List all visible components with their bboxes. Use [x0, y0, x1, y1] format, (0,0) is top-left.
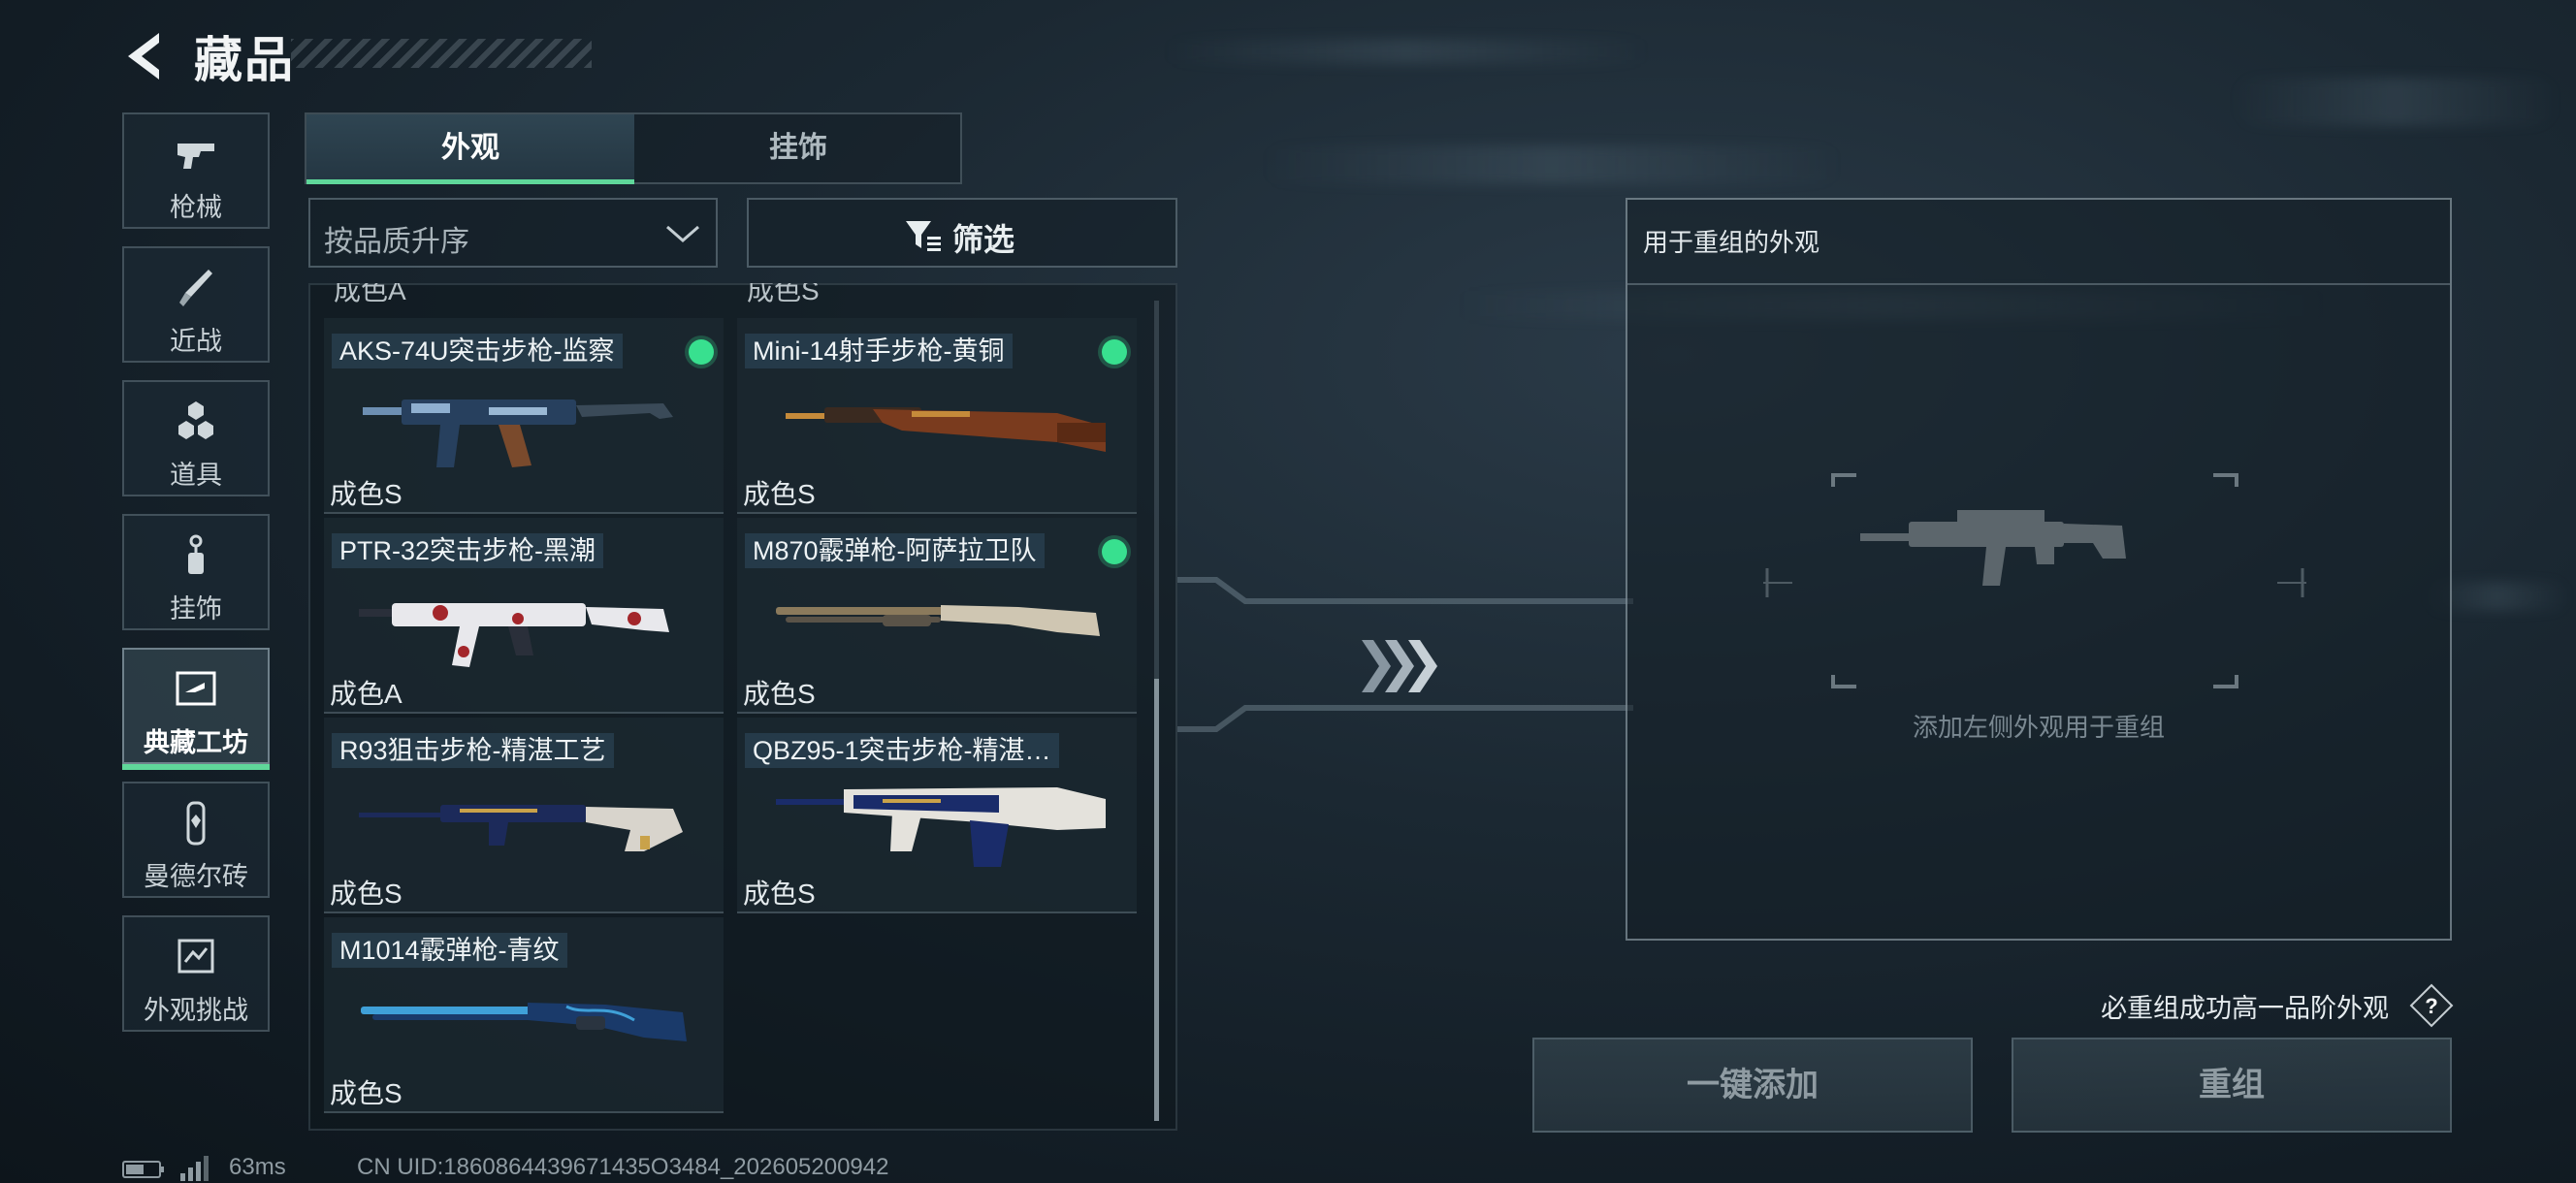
empty-hint: 添加左侧外观用于重组 [1912, 713, 2165, 742]
battery-icon [122, 1161, 164, 1178]
mandel-brick-icon [186, 801, 206, 846]
skin-name: R93狙击步枪-精湛工艺 [332, 733, 614, 768]
skin-grade: 成色S [330, 879, 402, 909]
filter-icon [906, 221, 941, 251]
skin-card[interactable]: AKS-74U突击步枪-监察 成色S [324, 318, 724, 514]
recompose-button[interactable]: 重组 [2012, 1038, 2452, 1133]
filter-label: 筛选 [952, 222, 1015, 257]
sidebar-item-melee[interactable]: 近战 [122, 246, 270, 363]
help-icon[interactable]: ? [2409, 983, 2454, 1028]
sidebar-item-workshop[interactable]: 典藏工坊 [122, 648, 270, 770]
skin-card[interactable]: PTR-32突击步枪-黑潮 成色A [324, 518, 724, 714]
m1014-skin-image [361, 1003, 687, 1041]
selected-indicator [689, 339, 714, 365]
selected-indicator [1102, 339, 1127, 365]
user-uid: CN UID:1860864439671435O3484_20260520094… [357, 1154, 889, 1180]
sidebar-item-charms[interactable]: 挂饰 [122, 514, 270, 630]
sidebar-item-label: 典藏工坊 [144, 728, 248, 757]
pistol-icon [177, 144, 214, 169]
skin-grade: 成色S [743, 479, 816, 509]
skin-card[interactable]: QBZ95-1突击步枪-精湛… 成色S [737, 718, 1137, 913]
grenade-icon [178, 401, 213, 439]
list-scrollbar-thumb[interactable] [1154, 679, 1159, 1121]
recompose-guarantee-note: 必重组成功高一品阶外观 [2101, 994, 2389, 1023]
chevrons-right-icon [1362, 640, 1437, 692]
skin-grade: 成色A [330, 679, 402, 709]
svg-text:?: ? [2425, 994, 2437, 1018]
rifle-silhouette-icon [1860, 510, 2126, 586]
workshop-icon [176, 671, 216, 706]
add-all-button[interactable]: 一键添加 [1532, 1038, 1973, 1133]
m870-skin-image [776, 605, 1100, 636]
chevron-down-icon [666, 225, 699, 242]
charm-icon [188, 534, 204, 574]
selected-indicator [1102, 539, 1127, 564]
sidebar-item-mandel-brick[interactable]: 曼德尔砖 [122, 782, 270, 898]
knife-icon [179, 270, 212, 306]
page-title: 藏品 [194, 33, 295, 87]
sidebar-item-label: 枪械 [170, 193, 222, 222]
skin-name: Mini-14射手步枪-黄铜 [745, 334, 1013, 368]
partial-grade-label: 成色S [747, 283, 820, 304]
recompose-label: 重组 [2199, 1067, 2265, 1103]
ping-value: 63ms [229, 1154, 286, 1180]
qbz95-skin-image [776, 787, 1106, 867]
skin-card[interactable]: Mini-14射手步枪-黄铜 成色S [737, 318, 1137, 514]
add-all-label: 一键添加 [1687, 1067, 1819, 1103]
filter-button[interactable]: 筛选 [747, 198, 1177, 268]
skin-grade: 成色S [743, 679, 816, 709]
skin-name: QBZ95-1突击步枪-精湛… [745, 733, 1059, 768]
skin-name: PTR-32突击步枪-黑潮 [332, 533, 604, 568]
sidebar-item-label: 外观挑战 [144, 996, 248, 1025]
skin-grade: 成色S [330, 1078, 402, 1108]
skin-name: M1014霰弹枪-青纹 [332, 933, 567, 968]
sort-dropdown[interactable]: 按品质升序 [308, 198, 718, 268]
ptr32-skin-image [359, 603, 669, 667]
skin-name: AKS-74U突击步枪-监察 [332, 334, 623, 368]
skin-grade: 成色S [330, 479, 402, 509]
sidebar-item-label: 挂饰 [170, 594, 222, 623]
mini14-skin-image [786, 407, 1106, 452]
partial-grade-label: 成色A [334, 283, 406, 304]
sidebar-item-items[interactable]: 道具 [122, 380, 270, 496]
tab-charms[interactable]: 挂饰 [634, 114, 962, 182]
title-decoration [291, 39, 592, 68]
background-streak [1164, 39, 1649, 64]
skin-name: M870霰弹枪-阿萨拉卫队 [745, 533, 1045, 568]
sidebar-item-label: 曼德尔砖 [144, 862, 248, 891]
tab-bar: 外观 挂饰 [305, 112, 962, 184]
r93-skin-image [359, 805, 683, 851]
sidebar-item-label: 道具 [170, 461, 222, 490]
recompose-title: 用于重组的外观 [1643, 228, 1820, 257]
background-streak [2231, 78, 2560, 126]
skin-grade: 成色S [743, 879, 816, 909]
skin-card[interactable]: M870霰弹枪-阿萨拉卫队 成色S [737, 518, 1137, 714]
aks74u-skin-image [363, 400, 673, 467]
recompose-slot-panel[interactable]: 用于重组的外观 添加左侧外观用于重组 [1626, 198, 2452, 941]
challenge-icon [177, 939, 214, 974]
skin-card[interactable]: R93狙击步枪-精湛工艺 成色S [324, 718, 724, 913]
empty-slot-placeholder [1763, 473, 2306, 688]
signal-icon [180, 1156, 209, 1181]
sort-label: 按品质升序 [324, 226, 469, 258]
back-arrow-icon[interactable] [120, 27, 169, 85]
sidebar-item-label: 近战 [170, 327, 222, 356]
skin-card[interactable]: M1014霰弹枪-青纹 成色S [324, 917, 724, 1113]
tab-skins[interactable]: 外观 [306, 114, 634, 184]
divider [1627, 283, 2450, 285]
background-streak [1261, 145, 1843, 184]
sidebar-item-challenge[interactable]: 外观挑战 [122, 915, 270, 1032]
sidebar-item-guns[interactable]: 枪械 [122, 112, 270, 229]
